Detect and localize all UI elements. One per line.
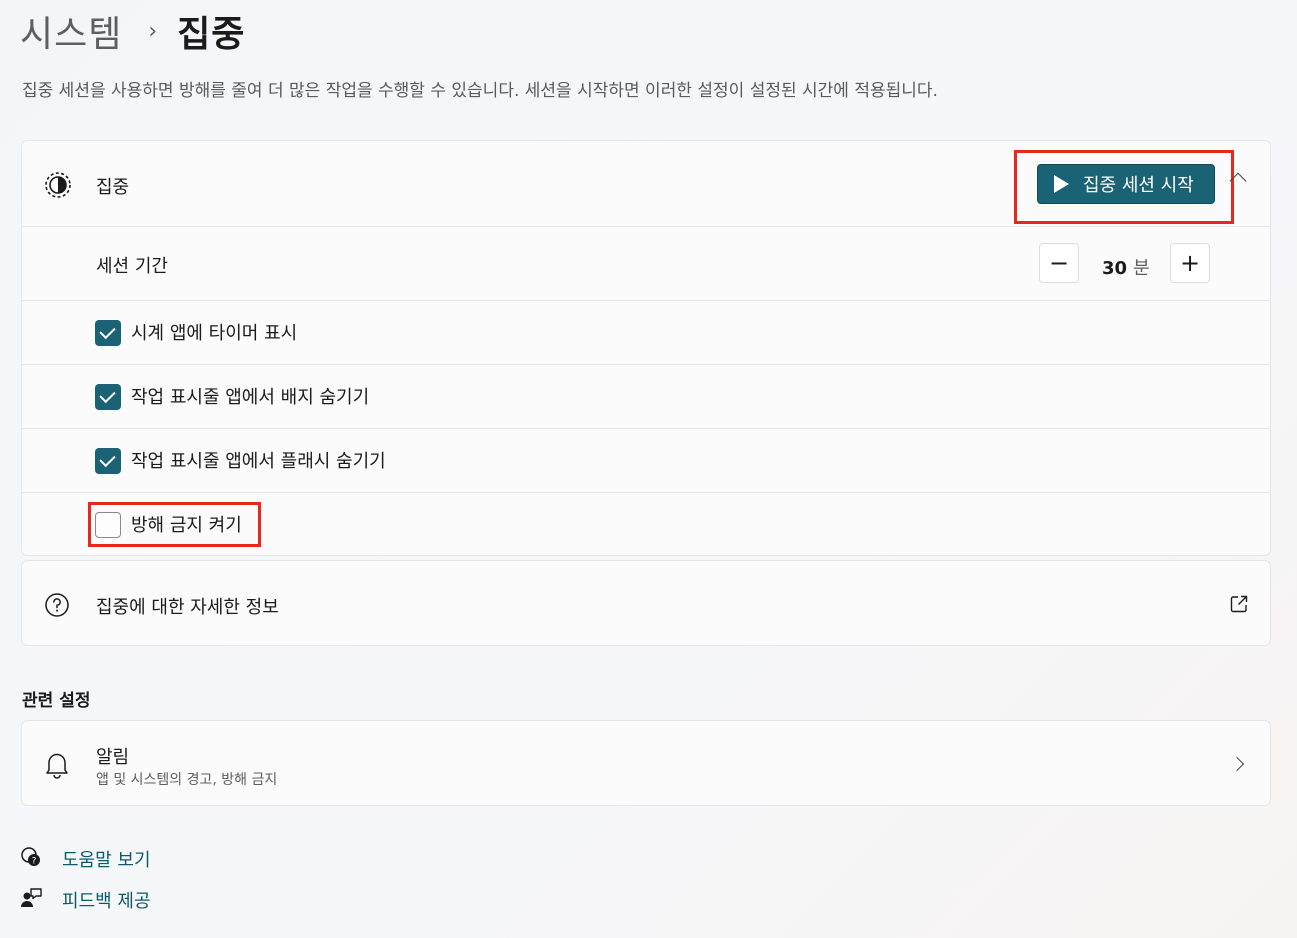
focus-header-row[interactable]: 집중 집중 세션 시작	[22, 141, 1270, 226]
highlight-start-button	[1014, 150, 1234, 224]
notifications-title: 알림	[96, 747, 130, 768]
option-row-do-not-disturb: 방해 금지 켜기	[22, 492, 1270, 556]
breadcrumb-separator: ›	[148, 18, 158, 44]
hide-badges-label[interactable]: 작업 표시줄 앱에서 배지 숨기기	[131, 383, 369, 409]
duration-number: 30	[1102, 258, 1128, 279]
related-settings-title: 관련 설정	[22, 691, 91, 711]
focus-title: 집중	[96, 177, 130, 198]
increase-duration-button[interactable]: +	[1170, 243, 1210, 283]
hide-badges-checkbox[interactable]	[95, 384, 121, 410]
focus-info-label: 집중에 대한 자세한 정보	[96, 597, 279, 618]
option-row-hide-badges: 작업 표시줄 앱에서 배지 숨기기	[22, 364, 1270, 428]
external-link-icon	[1230, 595, 1248, 617]
give-feedback-link[interactable]: 피드백 제공	[20, 887, 151, 913]
bell-icon	[44, 751, 70, 783]
duration-unit: 분	[1133, 258, 1150, 279]
clock-timer-checkbox[interactable]	[95, 320, 121, 346]
notifications-card[interactable]: 알림 앱 및 시스템의 경고, 방해 금지	[21, 720, 1271, 806]
focus-info-card[interactable]: 집중에 대한 자세한 정보	[21, 560, 1271, 646]
hide-flashing-checkbox[interactable]	[95, 448, 121, 474]
focus-card: 집중 집중 세션 시작 세션 기간 − 30 분 + 시계 앱에 타이머 표시 작…	[21, 140, 1271, 556]
page-title: 집중	[177, 14, 246, 55]
highlight-do-not-disturb	[88, 502, 261, 547]
session-duration-label: 세션 기간	[96, 256, 168, 277]
duration-value: 30 분	[1102, 254, 1150, 280]
clock-timer-label[interactable]: 시계 앱에 타이머 표시	[131, 319, 297, 345]
focus-timer-icon	[44, 171, 72, 203]
session-duration-row: 세션 기간 − 30 분 +	[22, 226, 1270, 300]
option-row-hide-flashing: 작업 표시줄 앱에서 플래시 숨기기	[22, 428, 1270, 492]
help-circle-icon	[44, 592, 70, 622]
feedback-icon	[20, 887, 42, 913]
hide-flashing-label[interactable]: 작업 표시줄 앱에서 플래시 숨기기	[131, 447, 386, 473]
notifications-subtitle: 앱 및 시스템의 경고, 방해 금지	[96, 772, 278, 788]
give-feedback-label: 피드백 제공	[62, 891, 151, 912]
breadcrumb: 시스템 › 집중	[20, 6, 245, 56]
minus-icon: −	[1048, 249, 1070, 277]
get-help-label: 도움말 보기	[62, 850, 151, 871]
page-description: 집중 세션을 사용하면 방해를 줄여 더 많은 작업을 수행할 수 있습니다. …	[22, 81, 938, 101]
plus-icon: +	[1179, 249, 1201, 277]
get-help-link[interactable]: ? 도움말 보기	[20, 846, 151, 872]
breadcrumb-parent[interactable]: 시스템	[20, 5, 122, 57]
option-row-clock-timer: 시계 앱에 타이머 표시	[22, 300, 1270, 364]
help-search-icon: ?	[20, 846, 42, 872]
chevron-right-icon	[1229, 756, 1245, 772]
svg-text:?: ?	[32, 857, 37, 867]
decrease-duration-button[interactable]: −	[1039, 243, 1079, 283]
